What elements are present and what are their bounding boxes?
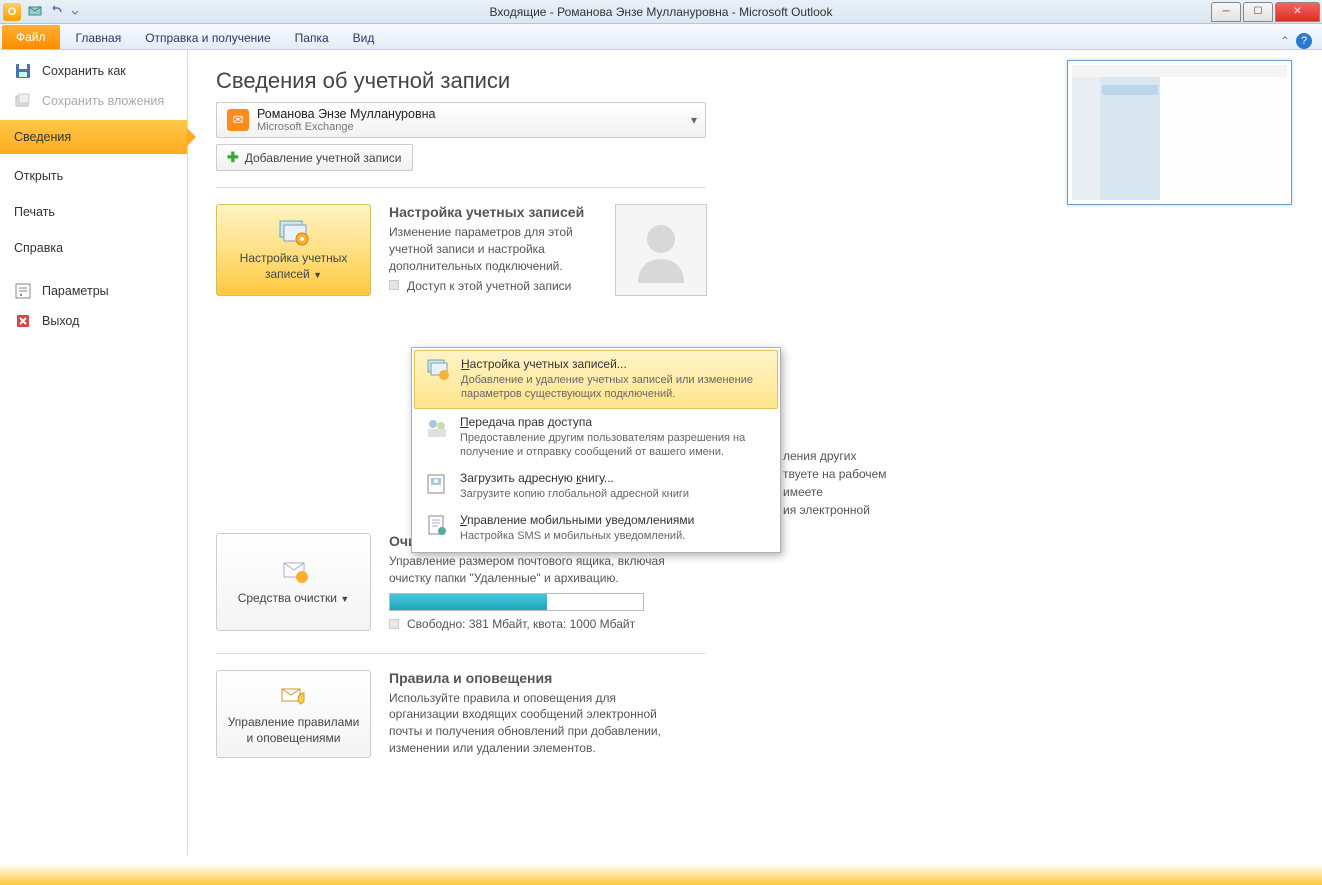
maximize-button[interactable]: ☐: [1243, 2, 1273, 22]
sidebar-item-label: Справка: [14, 241, 63, 255]
window-title: Входящие - Романова Энзе Муллануровна - …: [490, 5, 833, 19]
close-button[interactable]: ✕: [1275, 2, 1320, 22]
sidebar-print[interactable]: Печать: [0, 194, 187, 230]
delegate-icon: [424, 415, 450, 441]
sidebar-info[interactable]: Сведения: [0, 120, 187, 154]
button-label: Средства очистки ▼: [238, 591, 350, 607]
ribbon-tabs: Файл Главная Отправка и получение Папка …: [0, 24, 1322, 50]
menu-title: Загрузить адресную книгу...: [460, 471, 689, 485]
rules-alerts-button[interactable]: Управление правилами и оповещениями: [216, 670, 371, 758]
quota-label: Свободно: 381 Мбайт, квота: 1000 Мбайт: [389, 617, 679, 631]
rules-icon: [276, 681, 312, 711]
quick-access-toolbar: [27, 4, 79, 20]
section-desc: Изменение параметров для этой учетной за…: [389, 224, 589, 274]
button-label: Управление правилами и оповещениями: [225, 715, 362, 746]
options-icon: [14, 282, 32, 300]
add-account-button[interactable]: ✚ Добавление учетной записи: [216, 144, 413, 171]
plus-icon: ✚: [227, 149, 239, 166]
access-bullet: Доступ к этой учетной записи: [389, 278, 589, 295]
exit-icon: [14, 312, 32, 330]
sidebar-options[interactable]: Параметры: [0, 276, 187, 306]
backstage-content: Сведения об учетной записи ✉ Романова Эн…: [188, 50, 1322, 885]
account-settings-menu: Настройка учетных записей... Добавление …: [411, 347, 781, 553]
qat-send-receive-icon[interactable]: [27, 4, 43, 20]
chevron-down-icon: ▾: [691, 113, 697, 127]
minimize-button[interactable]: ─: [1211, 2, 1241, 22]
mobile-icon: [424, 513, 450, 539]
save-icon: [14, 62, 32, 80]
qat-undo-icon[interactable]: [49, 4, 65, 20]
title-bar: O Входящие - Романова Энзе Муллануровна …: [0, 0, 1322, 24]
sidebar-item-label: Параметры: [42, 284, 109, 298]
sidebar-item-label: Открыть: [14, 169, 63, 183]
partial-text: ления других твуете на рабочем имеете ия…: [783, 447, 887, 519]
divider: [216, 187, 706, 188]
qat-dropdown-icon[interactable]: [71, 4, 79, 20]
menu-title: Передача прав доступа: [460, 415, 768, 429]
menu-title: Настройка учетных записей...: [461, 357, 767, 371]
sidebar-item-label: Печать: [14, 205, 55, 219]
menu-account-settings[interactable]: Настройка учетных записей... Добавление …: [414, 350, 778, 409]
menu-desc: Настройка SMS и мобильных уведомлений.: [460, 529, 694, 543]
divider: [216, 653, 706, 654]
tab-folder[interactable]: Папка: [283, 27, 341, 49]
account-name: Романова Энзе Муллануровна: [257, 107, 435, 121]
sidebar-exit[interactable]: Выход: [0, 306, 187, 336]
menu-desc: Загрузите копию глобальной адресной книг…: [460, 487, 689, 501]
user-avatar: [615, 204, 707, 296]
menu-title: Управление мобильными уведомлениями: [460, 513, 694, 527]
sidebar-help[interactable]: Справка: [0, 230, 187, 266]
print-preview-thumbnail: [1067, 60, 1292, 205]
help-icon[interactable]: ?: [1296, 33, 1312, 49]
section-title: Правила и оповещения: [389, 670, 689, 686]
tab-send-receive[interactable]: Отправка и получение: [133, 27, 282, 49]
account-settings-icon: [276, 217, 312, 247]
tab-view[interactable]: Вид: [341, 27, 387, 49]
tab-home[interactable]: Главная: [64, 27, 134, 49]
exchange-icon: ✉: [227, 109, 249, 131]
outlook-icon: O: [3, 3, 21, 21]
cleanup-icon: [276, 557, 312, 587]
account-type: Microsoft Exchange: [257, 121, 435, 133]
section-desc: Управление размером почтового ящика, вкл…: [389, 553, 679, 587]
addressbook-icon: [424, 471, 450, 497]
sidebar-item-label: Выход: [42, 314, 79, 328]
section-desc: Используйте правила и оповещения для орг…: [389, 690, 689, 757]
add-account-label: Добавление учетной записи: [245, 151, 402, 165]
sidebar-item-label: Сохранить вложения: [42, 94, 164, 108]
menu-download-addressbook[interactable]: Загрузить адресную книгу... Загрузите ко…: [414, 465, 778, 507]
sidebar-item-label: Сохранить как: [42, 64, 126, 78]
sidebar-save-as[interactable]: Сохранить как: [0, 56, 187, 86]
account-settings-button[interactable]: Настройка учетных записей ▼: [216, 204, 371, 296]
sidebar-open[interactable]: Открыть: [0, 158, 187, 194]
menu-mobile-notifications[interactable]: Управление мобильными уведомлениями Наст…: [414, 507, 778, 549]
cleanup-tools-button[interactable]: Средства очистки ▼: [216, 533, 371, 631]
sidebar-item-label: Сведения: [14, 130, 71, 144]
menu-desc: Добавление и удаление учетных записей ил…: [461, 373, 767, 402]
menu-desc: Предоставление другим пользователям разр…: [460, 431, 768, 460]
backstage-sidebar: Сохранить как Сохранить вложения Сведени…: [0, 50, 188, 885]
tab-file[interactable]: Файл: [2, 25, 60, 49]
button-label: Настройка учетных записей ▼: [225, 251, 362, 282]
attachment-icon: [14, 92, 32, 110]
quota-progress: [389, 593, 644, 611]
section-title: Настройка учетных записей: [389, 204, 589, 220]
account-selector[interactable]: ✉ Романова Энзе Муллануровна Microsoft E…: [216, 102, 706, 138]
brand-gradient: [0, 855, 1322, 885]
sidebar-save-attachments: Сохранить вложения: [0, 86, 187, 116]
minimize-ribbon-icon[interactable]: ⌃: [1280, 34, 1290, 48]
account-settings-icon: [425, 357, 451, 383]
menu-delegate-access[interactable]: Передача прав доступа Предоставление дру…: [414, 409, 778, 466]
